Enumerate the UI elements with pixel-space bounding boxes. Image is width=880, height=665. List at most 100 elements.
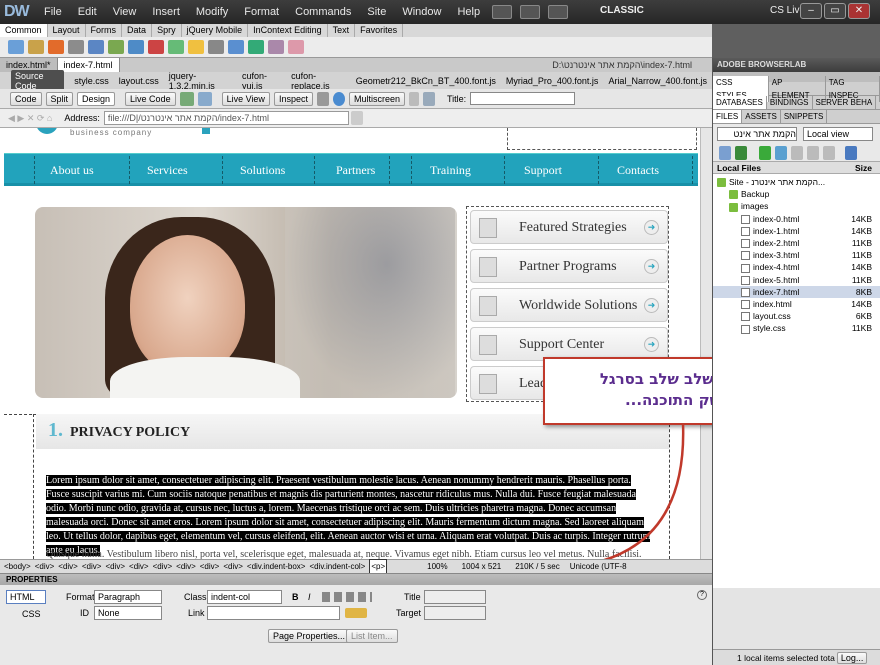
tab-databases[interactable]: DATABASES bbox=[713, 96, 767, 109]
put-files-icon[interactable] bbox=[775, 145, 787, 160]
inspect-button[interactable]: Inspect bbox=[273, 91, 313, 106]
close-button[interactable]: ✕ bbox=[848, 3, 870, 19]
view-select[interactable]: Local view bbox=[803, 127, 873, 141]
nav-about[interactable]: About us bbox=[50, 163, 94, 178]
tag-div[interactable]: <div> bbox=[129, 560, 149, 573]
chevron-down-icon[interactable] bbox=[408, 91, 419, 106]
visual-aids-icon[interactable] bbox=[422, 91, 435, 106]
tab-bindings[interactable]: BINDINGS bbox=[767, 96, 813, 109]
tag-div[interactable]: <div> bbox=[176, 560, 196, 573]
tag-chooser-icon[interactable] bbox=[288, 40, 304, 54]
window-size[interactable]: 1004 x 521 bbox=[462, 560, 502, 573]
log-button[interactable]: Log... bbox=[836, 651, 868, 664]
tag-div[interactable]: <div> bbox=[153, 560, 173, 573]
comment-icon[interactable] bbox=[208, 40, 224, 54]
title-input[interactable] bbox=[470, 92, 576, 105]
hyperlink-icon[interactable] bbox=[8, 40, 24, 54]
related-file[interactable]: layout.css bbox=[119, 76, 159, 86]
tag-div[interactable]: <div> bbox=[105, 560, 125, 573]
file-row[interactable]: index-2.html 11KB bbox=[713, 237, 880, 249]
related-file[interactable]: style.css bbox=[74, 76, 109, 86]
media-icon[interactable] bbox=[148, 40, 164, 54]
code-view-button[interactable]: Code bbox=[10, 91, 42, 106]
page-properties-button[interactable]: Page Properties... bbox=[268, 629, 351, 643]
tag-div[interactable]: <div> bbox=[35, 560, 55, 573]
related-file[interactable]: Arial_Narrow_400.font.js bbox=[608, 76, 707, 86]
related-file[interactable]: Myriad_Pro_400.font.js bbox=[506, 76, 599, 86]
tab-common[interactable]: Common bbox=[0, 24, 48, 37]
file-row[interactable]: style.css 11KB bbox=[713, 322, 880, 334]
local-files-header[interactable]: Local Files bbox=[717, 163, 761, 173]
italic-button[interactable]: I bbox=[308, 592, 311, 602]
address-input[interactable]: file:///D|/הקמת אתר אינטרנט/index-7.html bbox=[103, 111, 349, 125]
restore-button[interactable]: ▭ bbox=[824, 3, 846, 19]
side-item-partner[interactable]: Partner Programs ➜ bbox=[470, 249, 668, 283]
side-item-support[interactable]: Support Center ➜ bbox=[470, 327, 668, 361]
split-view-button[interactable]: Split bbox=[45, 91, 74, 106]
expand-icon[interactable] bbox=[845, 145, 857, 160]
globe-icon[interactable] bbox=[332, 91, 345, 106]
file-row[interactable]: index-3.html 11KB bbox=[713, 249, 880, 261]
html-mode-button[interactable]: HTML bbox=[6, 590, 46, 604]
site-icon[interactable] bbox=[548, 5, 569, 19]
tab-assets[interactable]: ASSETS bbox=[742, 110, 781, 123]
address-options-icon[interactable] bbox=[350, 111, 363, 125]
date-icon[interactable] bbox=[168, 40, 184, 54]
list-indent-icons[interactable] bbox=[322, 592, 372, 602]
side-item-featured[interactable]: Featured Strategies ➜ bbox=[470, 210, 668, 244]
head-icon[interactable] bbox=[228, 40, 244, 54]
connect-icon[interactable] bbox=[719, 145, 731, 160]
selected-text[interactable]: Lorem ipsum dolor sit amet, consectetuer… bbox=[46, 475, 651, 556]
live-view-button[interactable]: Live View bbox=[221, 91, 270, 106]
related-file[interactable]: jquery-1.3.2.min.js bbox=[169, 71, 232, 91]
server-include-icon[interactable] bbox=[188, 40, 204, 54]
templates-icon[interactable] bbox=[268, 40, 284, 54]
format-select[interactable]: Paragraph bbox=[94, 590, 162, 604]
doc-tab-index-7[interactable]: index-7.html bbox=[57, 58, 120, 72]
refresh-icon[interactable] bbox=[735, 145, 747, 160]
css-mode-button[interactable]: CSS bbox=[22, 609, 41, 619]
browse-folder-icon[interactable] bbox=[345, 608, 367, 618]
validate-icon[interactable] bbox=[197, 91, 212, 106]
site-root[interactable]: Site - הקמת אתר אינטרנ... bbox=[713, 176, 880, 188]
tag-body[interactable]: <body> bbox=[4, 560, 31, 573]
file-row[interactable]: index-4.html 14KB bbox=[713, 261, 880, 273]
paragraph[interactable]: Quisque nulla. Vestibulum libero nisl, p… bbox=[46, 548, 656, 559]
minimize-button[interactable]: – bbox=[800, 3, 822, 19]
vertical-scrollbar[interactable] bbox=[700, 128, 712, 559]
list-item-button[interactable]: List Item... bbox=[346, 629, 398, 643]
nav-support[interactable]: Support bbox=[524, 163, 562, 178]
menu-insert[interactable]: Insert bbox=[152, 6, 180, 18]
menu-window[interactable]: Window bbox=[402, 6, 441, 18]
tag-div[interactable]: <div> bbox=[58, 560, 78, 573]
tab-layout[interactable]: Layout bbox=[48, 24, 86, 37]
live-code-button[interactable]: Live Code bbox=[125, 91, 176, 106]
file-row[interactable]: index-5.html 11KB bbox=[713, 274, 880, 286]
refresh-icon[interactable] bbox=[316, 91, 329, 106]
tag-indent-col[interactable]: <div.indent-col> bbox=[309, 560, 365, 573]
script-icon[interactable] bbox=[248, 40, 264, 54]
workspace-switcher[interactable]: CLASSIC bbox=[600, 5, 644, 16]
size-header[interactable]: Size bbox=[855, 163, 872, 173]
check-browser-icon[interactable] bbox=[179, 91, 194, 106]
file-row[interactable]: layout.css 6KB bbox=[713, 310, 880, 322]
tag-div[interactable]: <div> bbox=[223, 560, 243, 573]
help-icon[interactable]: ? bbox=[697, 590, 707, 600]
get-files-icon[interactable] bbox=[759, 145, 771, 160]
checkin-icon[interactable] bbox=[807, 145, 819, 160]
gear-icon[interactable] bbox=[520, 5, 541, 19]
image-icon[interactable] bbox=[128, 40, 144, 54]
browserlab-header[interactable]: ADOBE BROWSERLAB bbox=[713, 58, 880, 72]
related-file[interactable]: cufon-yui.js bbox=[242, 71, 281, 91]
file-row-selected[interactable]: index-7.html 8KB bbox=[713, 285, 880, 298]
menu-help[interactable]: Help bbox=[457, 6, 480, 18]
tab-forms[interactable]: Forms bbox=[86, 24, 123, 37]
tab-jquery-mobile[interactable]: jQuery Mobile bbox=[182, 24, 249, 37]
multiscreen-button[interactable]: Multiscreen bbox=[348, 91, 405, 106]
checkout-icon[interactable] bbox=[791, 145, 803, 160]
div-icon[interactable] bbox=[108, 40, 124, 54]
layout-icon[interactable] bbox=[492, 5, 513, 19]
zoom-level[interactable]: 100% bbox=[427, 560, 447, 573]
menu-file[interactable]: File bbox=[44, 6, 62, 18]
link-input[interactable] bbox=[207, 606, 340, 620]
